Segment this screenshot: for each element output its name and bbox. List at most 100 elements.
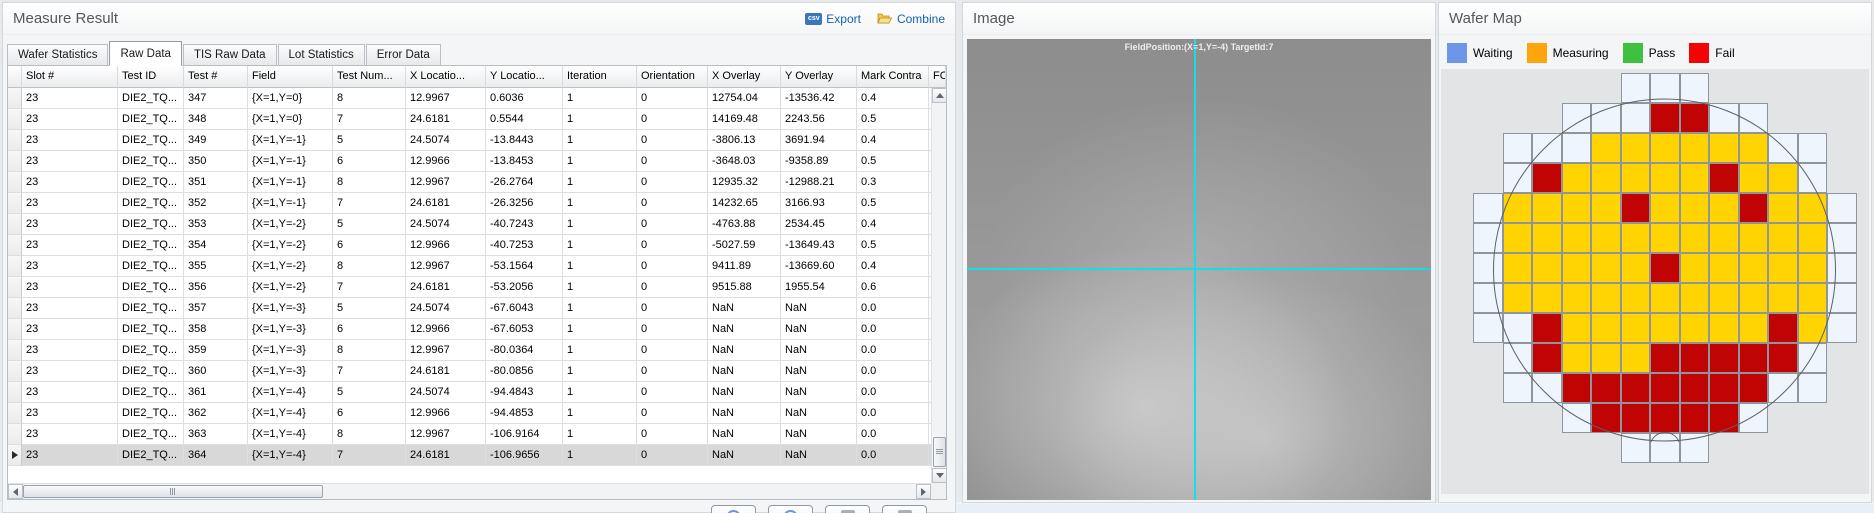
wafer-die[interactable] (1650, 253, 1680, 283)
wafer-die[interactable] (1798, 313, 1828, 343)
wafer-die[interactable] (1621, 163, 1651, 193)
wafer-die[interactable] (1562, 283, 1592, 313)
wafer-die[interactable] (1562, 193, 1592, 223)
wafer-die[interactable] (1680, 373, 1710, 403)
wafer-die[interactable] (1680, 73, 1710, 103)
table-row[interactable]: 23DIE2_TQ...347{X=1,Y=0}812.99670.603610… (8, 88, 946, 109)
wafer-die[interactable] (1650, 343, 1680, 373)
wafer-die[interactable] (1739, 133, 1769, 163)
column-header-y-locatio[interactable]: Y Locatio... (486, 66, 563, 88)
wafer-die[interactable] (1680, 103, 1710, 133)
wafer-die[interactable] (1503, 283, 1533, 313)
wafer-die[interactable] (1680, 403, 1710, 433)
table-row[interactable]: 23DIE2_TQ...352{X=1,Y=-1}724.6181-26.325… (8, 193, 946, 214)
wafer-die[interactable] (1827, 283, 1857, 313)
wafer-die[interactable] (1768, 373, 1798, 403)
tab-error-data[interactable]: Error Data (366, 44, 441, 65)
wafer-die[interactable] (1798, 223, 1828, 253)
vertical-scrollbar-thumb[interactable] (933, 437, 946, 467)
wafer-die[interactable] (1621, 343, 1651, 373)
horizontal-scrollbar-thumb[interactable] (23, 485, 323, 498)
wafer-die[interactable] (1739, 403, 1769, 433)
wafer-die[interactable] (1709, 223, 1739, 253)
wafer-die[interactable] (1768, 223, 1798, 253)
column-header-test-num[interactable]: Test Num... (333, 66, 406, 88)
wafer-die[interactable] (1473, 223, 1503, 253)
row-selector[interactable] (8, 403, 22, 424)
wafer-die[interactable] (1739, 373, 1769, 403)
wafer-die[interactable] (1798, 343, 1828, 373)
row-selector[interactable] (8, 277, 22, 298)
table-row[interactable]: 23DIE2_TQ...354{X=1,Y=-2}612.9966-40.725… (8, 235, 946, 256)
tab-tis-raw-data[interactable]: TIS Raw Data (183, 44, 277, 65)
wafer-die[interactable] (1768, 133, 1798, 163)
wafer-die[interactable] (1591, 223, 1621, 253)
wafer-die[interactable] (1591, 313, 1621, 343)
wafer-die[interactable] (1562, 313, 1592, 343)
column-header-selector[interactable] (8, 66, 22, 88)
row-selector[interactable] (8, 214, 22, 235)
wafer-die[interactable] (1650, 313, 1680, 343)
wafer-die[interactable] (1709, 163, 1739, 193)
bottom-toolbar-button-4[interactable] (882, 505, 927, 513)
wafer-die[interactable] (1650, 193, 1680, 223)
row-selector[interactable] (8, 298, 22, 319)
wafer-die[interactable] (1532, 133, 1562, 163)
wafer-die[interactable] (1532, 373, 1562, 403)
wafer-die[interactable] (1680, 433, 1710, 463)
wafer-die[interactable] (1591, 253, 1621, 283)
wafer-die[interactable] (1621, 223, 1651, 253)
wafer-die[interactable] (1621, 283, 1651, 313)
wafer-die[interactable] (1739, 163, 1769, 193)
row-selector[interactable] (8, 235, 22, 256)
wafer-die[interactable] (1798, 373, 1828, 403)
wafer-die[interactable] (1621, 73, 1651, 103)
table-row[interactable]: 23DIE2_TQ...361{X=1,Y=-4}524.5074-94.484… (8, 382, 946, 403)
table-row[interactable]: 23DIE2_TQ...353{X=1,Y=-2}524.5074-40.724… (8, 214, 946, 235)
table-row[interactable]: 23DIE2_TQ...360{X=1,Y=-3}724.6181-80.085… (8, 361, 946, 382)
wafer-die[interactable] (1503, 133, 1533, 163)
wafer-die[interactable] (1768, 313, 1798, 343)
wafer-die[interactable] (1562, 343, 1592, 373)
wafer-die[interactable] (1621, 253, 1651, 283)
wafer-die[interactable] (1473, 253, 1503, 283)
table-row[interactable]: 23DIE2_TQ...348{X=1,Y=0}724.61810.554410… (8, 109, 946, 130)
wafer-die[interactable] (1739, 103, 1769, 133)
column-header-iteration[interactable]: Iteration (563, 66, 637, 88)
tab-lot-statistics[interactable]: Lot Statistics (278, 44, 365, 65)
wafer-die[interactable] (1650, 403, 1680, 433)
wafer-die[interactable] (1503, 223, 1533, 253)
tab-raw-data[interactable]: Raw Data (109, 41, 182, 66)
wafer-die[interactable] (1650, 433, 1680, 463)
row-selector[interactable] (8, 382, 22, 403)
row-selector[interactable] (8, 424, 22, 445)
wafer-die[interactable] (1798, 253, 1828, 283)
wafer-die[interactable] (1709, 283, 1739, 313)
wafer-die[interactable] (1562, 103, 1592, 133)
scroll-left-button[interactable] (8, 484, 23, 499)
wafer-die[interactable] (1827, 253, 1857, 283)
wafer-die[interactable] (1650, 163, 1680, 193)
wafer-die[interactable] (1680, 193, 1710, 223)
table-row[interactable]: 23DIE2_TQ...355{X=1,Y=-2}812.9967-53.156… (8, 256, 946, 277)
wafer-die[interactable] (1680, 343, 1710, 373)
wafer-die[interactable] (1709, 103, 1739, 133)
wafer-die[interactable] (1591, 163, 1621, 193)
row-selector[interactable] (8, 193, 22, 214)
wafer-die[interactable] (1709, 193, 1739, 223)
table-row[interactable]: 23DIE2_TQ...358{X=1,Y=-3}612.9966-67.605… (8, 319, 946, 340)
row-selector[interactable] (8, 88, 22, 109)
wafer-die[interactable] (1532, 283, 1562, 313)
wafer-die[interactable] (1562, 253, 1592, 283)
bottom-toolbar-button-1[interactable] (711, 505, 756, 513)
wafer-die[interactable] (1827, 193, 1857, 223)
wafer-die[interactable] (1532, 253, 1562, 283)
column-header-field[interactable]: Field (248, 66, 333, 88)
table-row[interactable]: 23DIE2_TQ...356{X=1,Y=-2}724.6181-53.205… (8, 277, 946, 298)
wafer-die[interactable] (1591, 373, 1621, 403)
wafer-die[interactable] (1532, 343, 1562, 373)
column-header-slot[interactable]: Slot # (22, 66, 118, 88)
row-selector[interactable] (8, 109, 22, 130)
horizontal-scrollbar[interactable] (8, 483, 931, 499)
wafer-die[interactable] (1621, 313, 1651, 343)
